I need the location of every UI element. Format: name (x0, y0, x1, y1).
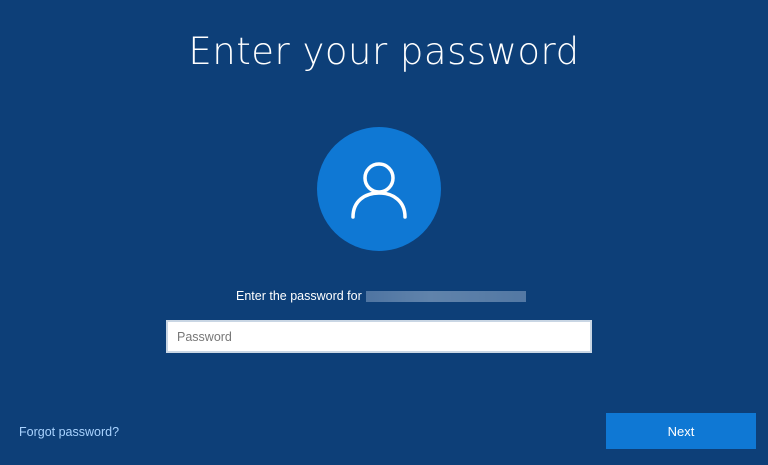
account-prompt-text: Enter the password for (236, 289, 362, 303)
redacted-account-name (365, 290, 526, 302)
user-icon (351, 162, 407, 219)
next-button[interactable]: Next (606, 413, 756, 449)
password-input[interactable] (166, 320, 592, 353)
forgot-password-link[interactable]: Forgot password? (19, 425, 119, 439)
page-title: Enter your password (188, 30, 580, 73)
account-prompt: Enter the password for (236, 289, 526, 303)
avatar (317, 127, 441, 251)
